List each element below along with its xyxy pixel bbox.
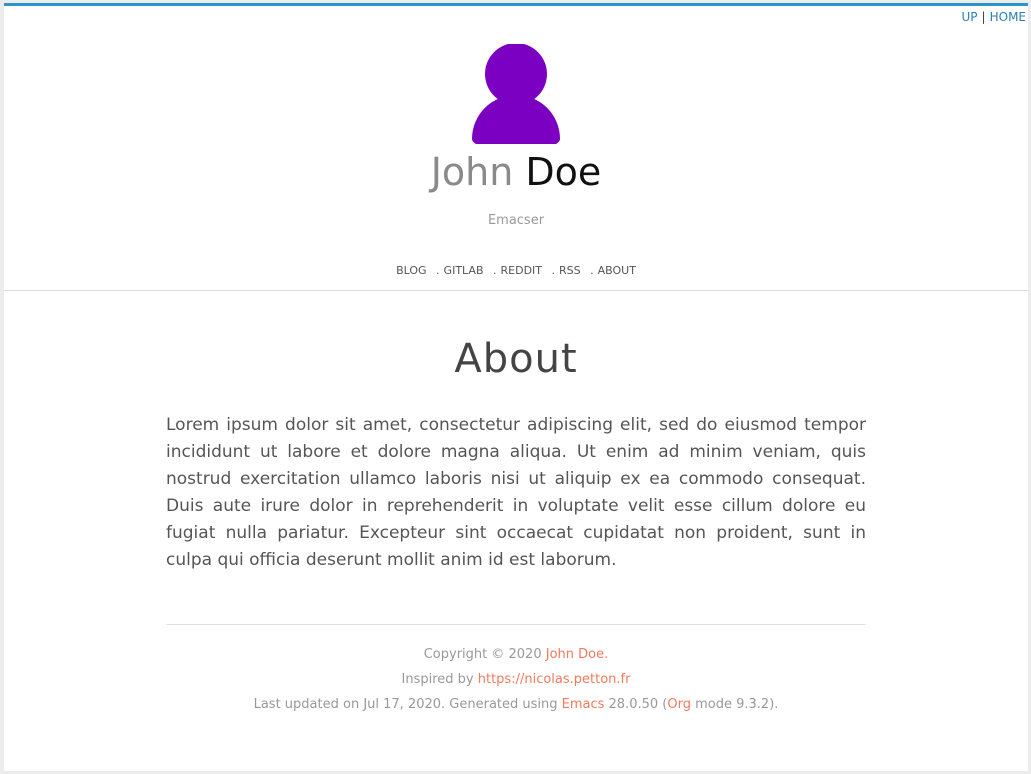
top-nav-separator: | [981,10,986,24]
inspired-line: Inspired by https://nicolas.petton.fr [4,667,1028,692]
nav-dot: . [590,264,594,277]
last-name: Doe [525,150,602,194]
nav-item-about[interactable]: ABOUT [598,264,636,277]
inspired-link[interactable]: https://nicolas.petton.fr [478,672,631,687]
org-link[interactable]: Org [667,697,691,712]
nav-dot: . [493,264,497,277]
page-body: Lorem ipsum dolor sit amet, consectetur … [166,415,866,570]
page: UP | HOME John Doe Emacser BLOG . GITLAB .R… [4,3,1028,771]
home-link[interactable]: HOME [990,10,1026,24]
main-nav: BLOG . GITLAB . REDDIT . RSS . ABOUT [4,264,1028,277]
copyright-line: Copyright © 2020 John Doe. [4,642,1028,667]
copyright-text: Copyright © 2020 [423,647,546,662]
org-version: mode 9.3.2). [690,697,779,712]
footer-divider [166,624,866,625]
header-divider [4,290,1028,291]
nav-item-gitlab[interactable]: GITLAB [444,264,484,277]
nav-item-reddit[interactable]: REDDIT [501,264,543,277]
nav-item-blog[interactable]: BLOG [396,264,426,277]
tagline: Emacser [487,213,545,228]
nav-dot: . [436,264,440,277]
updated-text: Last updated on Jul 17, 2020. Generated … [253,697,562,712]
emacs-version: 28.0.50 ( [604,697,668,712]
nav-item-rss[interactable]: RSS [559,264,581,277]
avatar-icon [472,44,560,144]
author-link[interactable]: John Doe. [546,647,609,662]
footer: Copyright © 2020 John Doe. Inspired by h… [4,642,1028,717]
page-title: About [454,336,578,382]
inspired-text: Inspired by [401,672,478,687]
site-owner-name: John Doe [4,150,1028,194]
updated-line: Last updated on Jul 17, 2020. Generated … [4,692,1028,717]
up-link[interactable]: UP [962,10,978,24]
nav-dot: . [551,264,556,277]
first-name: John [430,150,514,194]
emacs-link[interactable]: Emacs [562,697,605,712]
top-nav: UP | HOME [962,10,1026,24]
